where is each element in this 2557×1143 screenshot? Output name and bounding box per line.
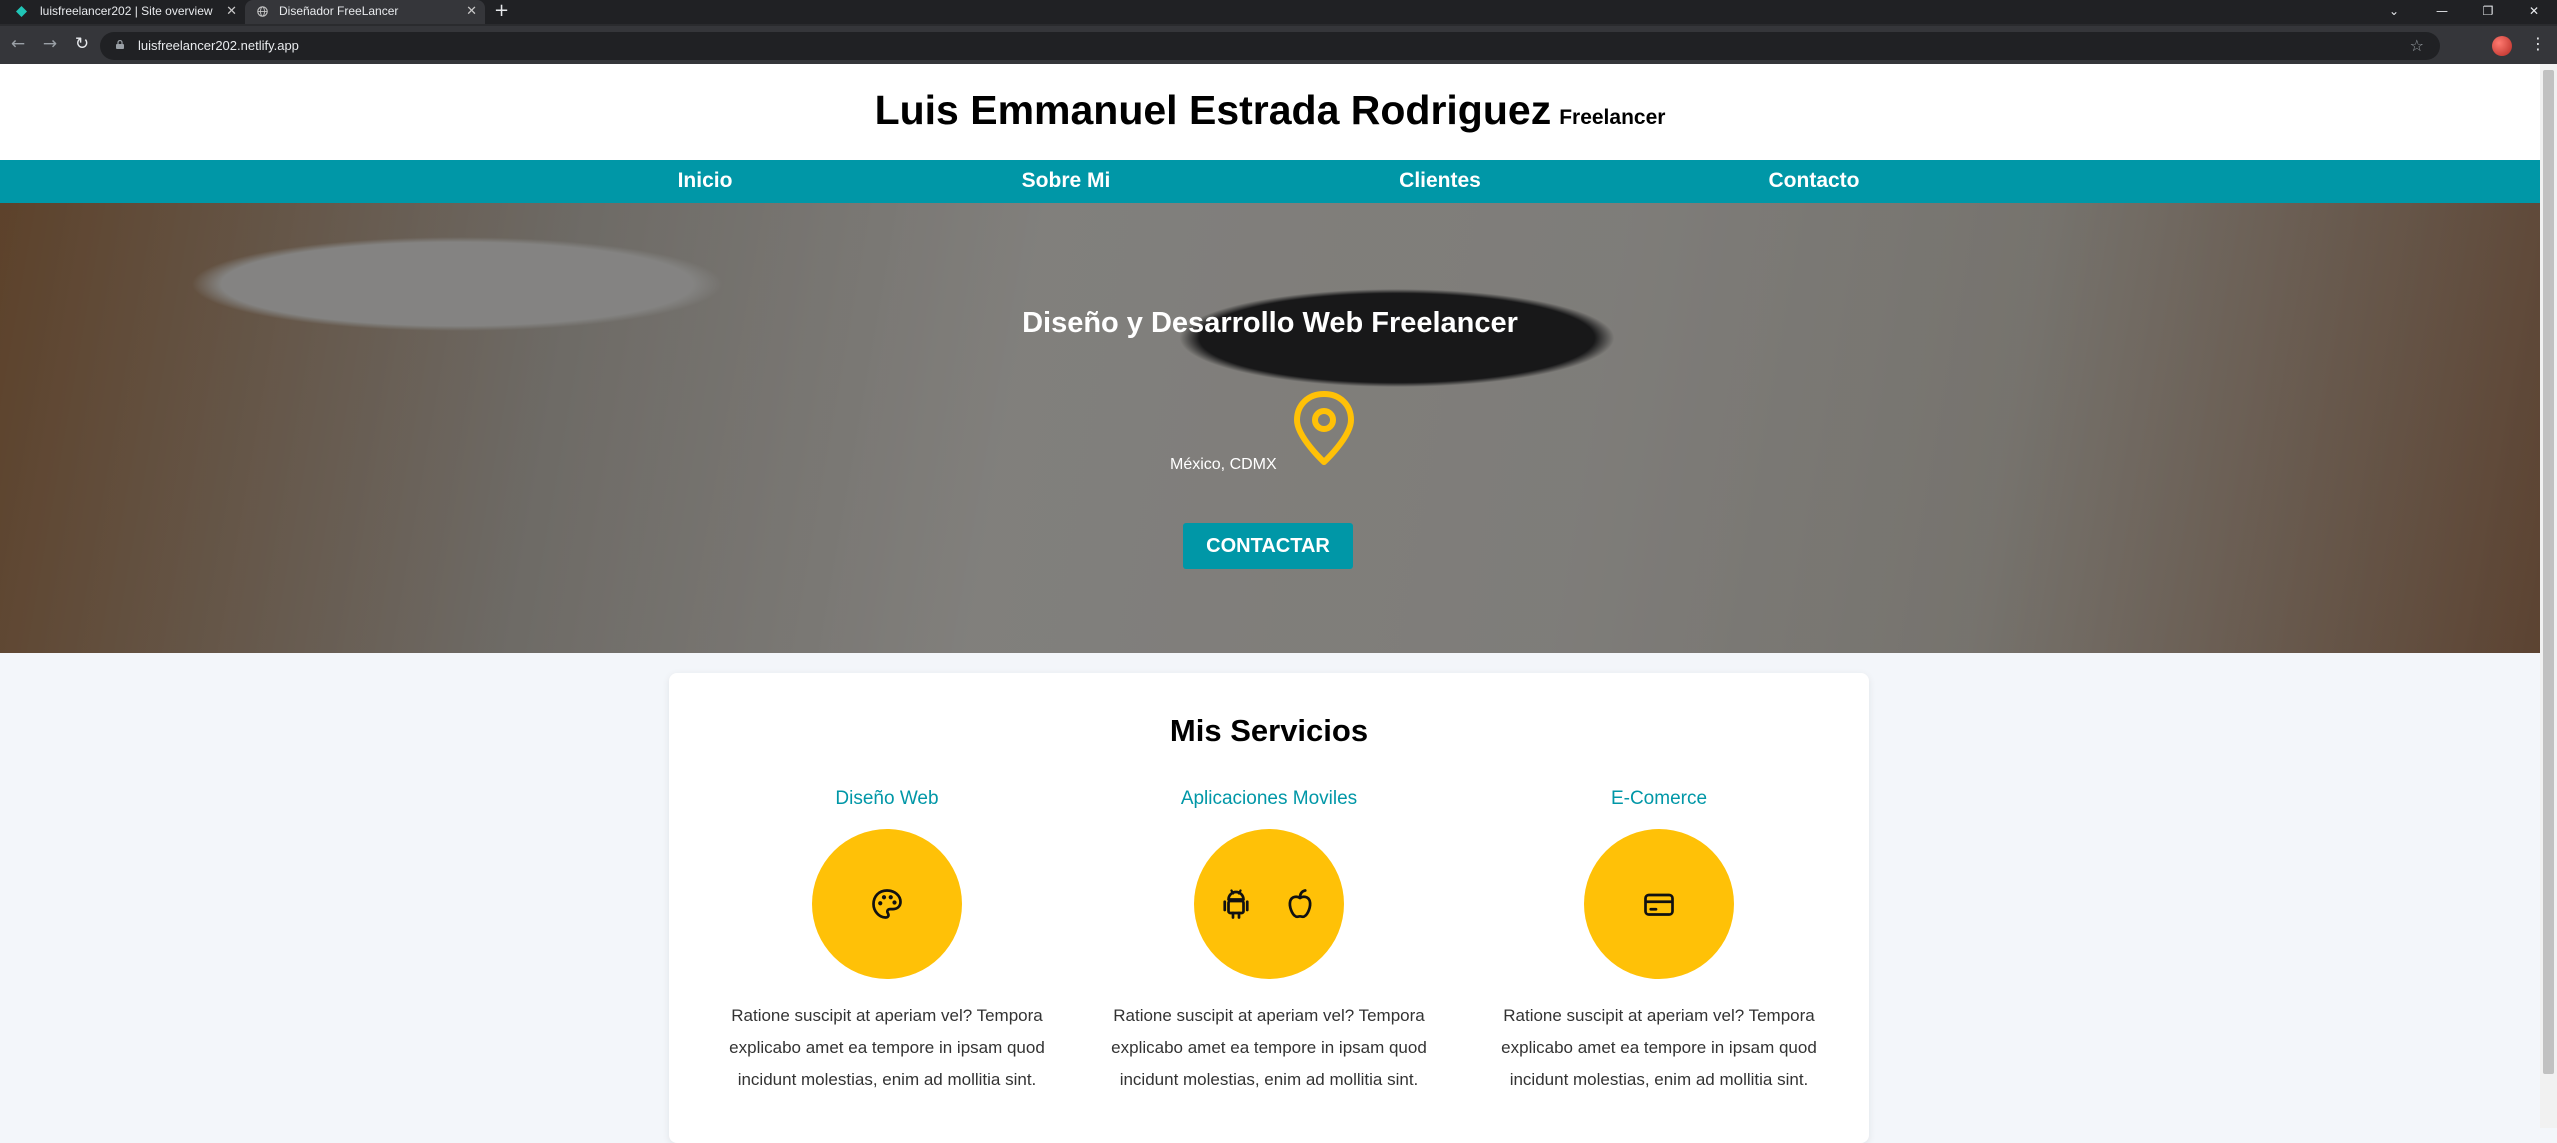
page-scrollbar-thumb[interactable]	[2543, 70, 2554, 1074]
site-subtitle: Freelancer	[1559, 106, 1666, 129]
forward-arrow-icon[interactable]: →	[38, 30, 62, 58]
service-description: Ratione suscipit at aperiam vel? Tempora…	[1501, 1006, 1817, 1089]
profile-avatar[interactable]	[2492, 36, 2512, 56]
service-item-diseno-web: Diseño Web Ratione suscipit at aperiam v…	[717, 785, 1057, 1096]
browser-tab-strip: luisfreelancer202 | Site overview ✕ Dise…	[0, 0, 2557, 24]
browser-tab-title: luisfreelancer202 | Site overview	[40, 4, 213, 18]
service-icon-circle	[812, 829, 962, 979]
service-description: Ratione suscipit at aperiam vel? Tempora…	[1111, 1006, 1427, 1089]
services-card: Mis Servicios Diseño Web Ratione suscipi…	[669, 673, 1869, 1143]
nav-link-inicio[interactable]: Inicio	[678, 160, 733, 202]
back-arrow-icon[interactable]: ←	[6, 30, 30, 58]
globe-favicon-icon	[257, 6, 268, 17]
browser-tab-title: Diseñador FreeLancer	[279, 4, 399, 18]
browser-menu-icon[interactable]: ⋮	[2530, 30, 2546, 58]
browser-tab-site-overview[interactable]: luisfreelancer202 | Site overview ✕	[0, 0, 245, 24]
browser-tab-disenador[interactable]: Diseñador FreeLancer ✕	[245, 0, 485, 24]
map-pin-icon	[1294, 391, 1354, 465]
hero-banner: Diseño y Desarrollo Web Freelancer Méxic…	[0, 203, 2540, 653]
reload-icon[interactable]: ↻	[70, 30, 94, 58]
url-text: luisfreelancer202.netlify.app	[138, 38, 299, 53]
site-title: Luis Emmanuel Estrada Rodriguez Freelance…	[0, 82, 2540, 146]
nav-link-clientes[interactable]: Clientes	[1399, 160, 1481, 202]
service-icon-circle	[1194, 829, 1344, 979]
netlify-favicon-icon	[16, 6, 27, 17]
address-bar[interactable]: luisfreelancer202.netlify.app ☆	[100, 32, 2440, 60]
hero-title: Diseño y Desarrollo Web Freelancer	[1022, 307, 1518, 339]
site-header: Luis Emmanuel Estrada Rodriguez Freelance…	[0, 64, 2540, 160]
service-item-e-comerce: E-Comerce Ratione suscipit at aperiam ve…	[1489, 785, 1829, 1096]
service-name: Aplicaciones Moviles	[1180, 788, 1358, 809]
nav-link-sobre-mi[interactable]: Sobre Mi	[1022, 160, 1111, 202]
main-nav: Inicio Sobre Mi Clientes Contacto	[0, 160, 2540, 203]
browser-toolbar: ← → ↻ luisfreelancer202.netlify.app ☆ ⋮	[0, 24, 2557, 64]
palette-icon	[872, 889, 902, 919]
service-name: E-Comerce	[1610, 788, 1708, 809]
service-item-aplicaciones-moviles: Aplicaciones Moviles Ratione suscipit at…	[1099, 785, 1439, 1096]
service-name: Diseño Web	[835, 788, 939, 809]
restore-window-icon[interactable]: ❐	[2466, 0, 2510, 24]
owner-name: Luis Emmanuel Estrada Rodriguez	[874, 87, 1552, 133]
apple-icon	[1288, 889, 1312, 919]
contactar-button[interactable]: CONTACTAR	[1183, 523, 1353, 569]
lock-icon	[116, 40, 124, 49]
minimize-window-icon[interactable]: —	[2420, 0, 2464, 24]
bookmark-star-icon[interactable]: ☆	[2410, 32, 2424, 60]
new-tab-plus-icon[interactable]: +	[494, 0, 509, 22]
tab-search-chevron-icon[interactable]: ⌄	[2372, 0, 2416, 24]
android-icon	[1223, 889, 1249, 919]
nav-link-contacto[interactable]: Contacto	[1769, 160, 1860, 202]
credit-card-icon	[1644, 893, 1674, 916]
services-title: Mis Servicios	[1169, 713, 1369, 748]
service-description: Ratione suscipit at aperiam vel? Tempora…	[729, 1006, 1045, 1089]
close-window-icon[interactable]: ✕	[2512, 0, 2556, 24]
service-icon-circle	[1584, 829, 1734, 979]
close-tab-icon[interactable]: ✕	[226, 0, 237, 22]
close-tab-icon[interactable]: ✕	[466, 0, 477, 22]
hero-location: México, CDMX	[1170, 456, 1277, 473]
